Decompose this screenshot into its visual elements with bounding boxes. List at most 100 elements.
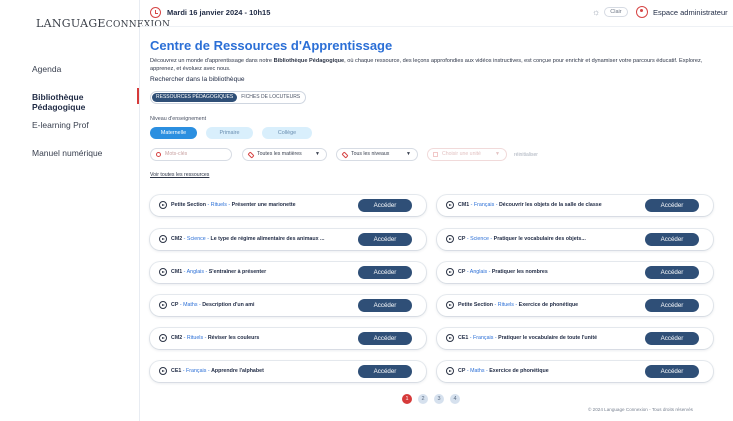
access-button[interactable]: Accéder [645, 365, 699, 378]
access-button[interactable]: Accéder [358, 199, 412, 212]
page-button-3[interactable]: 3 [434, 394, 444, 404]
resource-subject: Rituels [210, 202, 227, 208]
resource-title: Pratiquer les nombres [491, 269, 548, 275]
resource-level: CE1 [171, 368, 182, 374]
unit-select-value: Choisir une unité [442, 151, 481, 157]
clock-icon [150, 7, 161, 18]
level-select[interactable]: Tous les niveaux ▼ [336, 148, 418, 161]
resource-card[interactable]: CP - Anglais - Pratiquer les nombres Accé… [437, 262, 713, 283]
resource-card[interactable]: CP - Maths - Description d'un ami Accéder [150, 295, 426, 316]
access-button[interactable]: Accéder [645, 332, 699, 345]
resource-card[interactable]: CE1 - Français - Apprendre l'alphabet Acc… [150, 361, 426, 382]
keyword-search-input[interactable]: Mots-clés [150, 148, 232, 161]
level-select-value: Tous les niveaux [351, 151, 390, 157]
see-all-link[interactable]: Voir toutes les ressources [150, 172, 209, 178]
chevron-down-icon: ▼ [495, 151, 500, 157]
resource-label: CM1 - Français - Découvrir les objets de… [458, 202, 602, 208]
resource-card[interactable]: CE1 - Français - Pratiquer le vocabulair… [437, 328, 713, 349]
resource-card[interactable]: Petite Section - Rituels - Exercice de p… [437, 295, 713, 316]
resource-label: Petite Section - Rituels - Présenter une… [171, 202, 296, 208]
resource-subject: Anglais [469, 269, 488, 275]
admin-space-link[interactable]: Espace administrateur [653, 8, 728, 17]
resource-label: CE1 - Français - Pratiquer le vocabulair… [458, 335, 597, 341]
resource-card[interactable]: CM1 - Français - Découvrir les objets de… [437, 195, 713, 216]
resource-type-toggle: RESSOURCES PÉDAGOGIQUES FICHES DE LOCUTE… [150, 91, 307, 104]
resource-title: Réviser les couleurs [207, 335, 260, 341]
resource-label: CP - Science - Pratiquer le vocabulaire … [458, 236, 586, 242]
resource-title: S'entraîner à présenter [208, 269, 267, 275]
resource-level: CM2 [171, 236, 183, 242]
access-button[interactable]: Accéder [358, 299, 412, 312]
subject-select[interactable]: Toutes les matières ▼ [242, 148, 327, 161]
tab-fiches-locuteurs[interactable]: FICHES DE LOCUTEURS [237, 93, 304, 102]
sidebar: LANGUAGECONNEXION Agenda Bibliothèque Pé… [0, 0, 170, 421]
sidebar-item-elearning[interactable]: E-learning Prof [32, 120, 89, 130]
stack-icon [247, 150, 255, 159]
resource-level: CE1 [458, 335, 469, 341]
access-button[interactable]: Accéder [645, 233, 699, 246]
subject-select-value: Toutes les matières [257, 151, 302, 157]
page-button-2[interactable]: 2 [418, 394, 428, 404]
access-button[interactable]: Accéder [358, 365, 412, 378]
play-circle-icon [446, 235, 454, 243]
level-tab-maternelle[interactable]: Maternelle [150, 127, 197, 139]
resource-card[interactable]: CP - Maths - Exercice de phonétique Accéd… [437, 361, 713, 382]
page-button-1[interactable]: 1 [402, 394, 412, 404]
resource-card[interactable]: CM2 - Rituels - Réviser les couleurs Accé… [150, 328, 426, 349]
resource-title: Exercice de phonétique [518, 302, 579, 308]
access-button[interactable]: Accéder [645, 266, 699, 279]
access-button[interactable]: Accéder [358, 233, 412, 246]
access-button[interactable]: Accéder [645, 299, 699, 312]
level-label: Niveau d'enseignement [150, 116, 207, 122]
chevron-down-icon: ▼ [315, 151, 320, 157]
sidebar-item-manuel[interactable]: Manuel numérique [32, 148, 102, 158]
access-button[interactable]: Accéder [358, 266, 412, 279]
search-heading: Rechercher dans la bibliothèque [150, 76, 245, 83]
play-circle-icon [446, 201, 454, 209]
logo-main: LANGUAGE [36, 17, 106, 30]
tab-ressources-pedagogiques[interactable]: RESSOURCES PÉDAGOGIQUES [152, 93, 238, 102]
resource-card[interactable]: CM1 - Anglais - S'entraîner à présenter A… [150, 262, 426, 283]
resource-subject: Français [186, 368, 207, 374]
sidebar-item-bibliotheque[interactable]: Bibliothèque Pédagogique [32, 92, 139, 112]
sidebar-item-agenda[interactable]: Agenda [32, 64, 61, 74]
access-button[interactable]: Accéder [358, 332, 412, 345]
stack-icon [341, 150, 349, 159]
level-tab-college[interactable]: Collège [262, 127, 312, 139]
level-tab-primaire[interactable]: Primaire [206, 127, 253, 139]
resource-title: Découvrir les objets de la salle de clas… [498, 202, 602, 208]
resource-subject: Science [186, 236, 206, 242]
resource-card[interactable]: CM2 - Science - Le type de régime alimen… [150, 229, 426, 250]
play-circle-icon [159, 268, 167, 276]
search-placeholder: Mots-clés [165, 151, 188, 157]
search-icon [156, 152, 161, 157]
sun-icon: ☼ [592, 7, 601, 17]
resource-level: Petite Section [458, 302, 494, 308]
resource-label: CM2 - Rituels - Réviser les couleurs [171, 335, 259, 341]
resource-subject: Rituels [186, 335, 204, 341]
play-circle-icon [159, 201, 167, 209]
play-circle-icon [159, 301, 167, 309]
theme-toggle[interactable]: ☼ Clair [592, 7, 628, 17]
resource-title: Exercice de phonétique [489, 368, 549, 374]
resource-level: CM2 [171, 335, 183, 341]
resource-label: CM1 - Anglais - S'entraîner à présenter [171, 269, 266, 275]
play-circle-icon [159, 367, 167, 375]
active-indicator [137, 88, 139, 104]
intro-text: Découvrez un monde d'apprentissage dans … [150, 57, 720, 73]
play-circle-icon [446, 268, 454, 276]
resource-card[interactable]: Petite Section - Rituels - Présenter une… [150, 195, 426, 216]
page-button-4[interactable]: 4 [450, 394, 460, 404]
resource-label: Petite Section - Rituels - Exercice de p… [458, 302, 578, 308]
resource-label: CP - Maths - Exercice de phonétique [458, 368, 549, 374]
topbar: Mardi 16 janvier 2024 - 10h15 ☼ Clair Es… [140, 0, 733, 27]
resource-card[interactable]: CP - Science - Pratiquer le vocabulaire … [437, 229, 713, 250]
user-icon[interactable] [636, 6, 648, 18]
footer-copyright: © 2024 Language Connexion - Tous droits … [588, 407, 693, 412]
resource-subject: Français [473, 202, 495, 208]
resource-label: CE1 - Français - Apprendre l'alphabet [171, 368, 264, 374]
play-circle-icon [159, 235, 167, 243]
access-button[interactable]: Accéder [645, 199, 699, 212]
resource-title: Présenter une marionette [231, 202, 296, 208]
reset-link[interactable]: réinitialiser [514, 152, 538, 158]
